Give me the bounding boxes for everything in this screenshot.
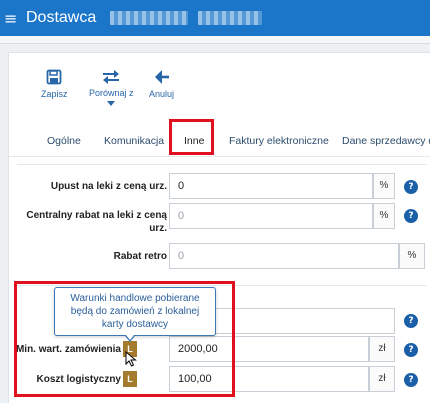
supplier-card: Zapisz Porównaj z Anuluj Ogólne Komunika… <box>8 52 430 403</box>
retro-label: Rabat retro <box>113 251 167 262</box>
compare-button[interactable]: Porównaj z <box>89 70 134 106</box>
logistics-cost-label: Koszt logistyczny <box>36 374 121 385</box>
swap-arrows-icon <box>103 70 120 84</box>
tab-bar: Ogólne Komunikacja Inne Faktury elektron… <box>9 126 430 157</box>
tab-ogolne[interactable]: Ogólne <box>47 126 81 156</box>
help-icon[interactable]: ? <box>404 209 418 223</box>
min-order-unit: zł <box>369 336 395 362</box>
save-button[interactable]: Zapisz <box>41 69 68 99</box>
retro-unit: % <box>399 243 425 269</box>
save-icon <box>46 69 62 85</box>
retro-input[interactable]: 0 <box>169 243 399 269</box>
local-terms-tooltip: Warunki handlowe pobierane będą do zamów… <box>54 287 216 336</box>
divider <box>17 285 427 286</box>
arrow-left-icon <box>154 70 169 84</box>
redacted-name-2 <box>198 11 263 25</box>
chevron-down-icon <box>107 101 116 106</box>
local-badge[interactable]: L <box>123 371 137 387</box>
logistics-cost-input[interactable]: 100,00 <box>169 366 369 392</box>
centralny-input[interactable]: 0 <box>169 203 373 229</box>
upust-label: Upust na leki z ceną urz. <box>50 181 167 192</box>
tab-faktury-elektroniczne[interactable]: Faktury elektroniczne <box>229 126 329 156</box>
upust-input[interactable]: 0 <box>169 173 373 199</box>
redacted-name <box>110 11 189 25</box>
tab-underline <box>9 156 430 157</box>
logistics-cost-unit: zł <box>369 366 395 392</box>
min-order-label: Min. wart. zamówienia <box>15 344 121 355</box>
divider <box>17 164 427 165</box>
top-bar: ≡ Dostawca <box>0 0 430 36</box>
compare-label: Porównaj z <box>89 88 134 98</box>
centralny-unit: % <box>373 203 395 229</box>
help-icon[interactable]: ? <box>404 314 418 328</box>
centralny-label: Centralny rabat na leki z ceną urz. <box>26 210 167 234</box>
mouse-cursor-icon <box>125 351 137 367</box>
cancel-label: Anuluj <box>149 89 175 99</box>
help-icon[interactable]: ? <box>404 180 418 194</box>
help-icon[interactable]: ? <box>404 343 418 357</box>
cancel-button[interactable]: Anuluj <box>149 69 174 99</box>
min-order-input[interactable]: 2000,00 <box>169 336 369 362</box>
tab-dane-sprzedawcy[interactable]: Dane sprzedawcy dla <box>342 126 430 156</box>
save-label: Zapisz <box>41 89 68 99</box>
hamburger-icon[interactable]: ≡ <box>4 9 18 28</box>
sub-bar <box>0 36 430 44</box>
tooltip-arrow-inner <box>126 335 134 340</box>
page-title: Dostawca <box>26 9 97 26</box>
tab-inne[interactable]: Inne <box>184 126 204 156</box>
tab-komunikacja[interactable]: Komunikacja <box>104 126 164 156</box>
help-icon[interactable]: ? <box>404 373 418 387</box>
upust-unit: % <box>373 173 395 199</box>
